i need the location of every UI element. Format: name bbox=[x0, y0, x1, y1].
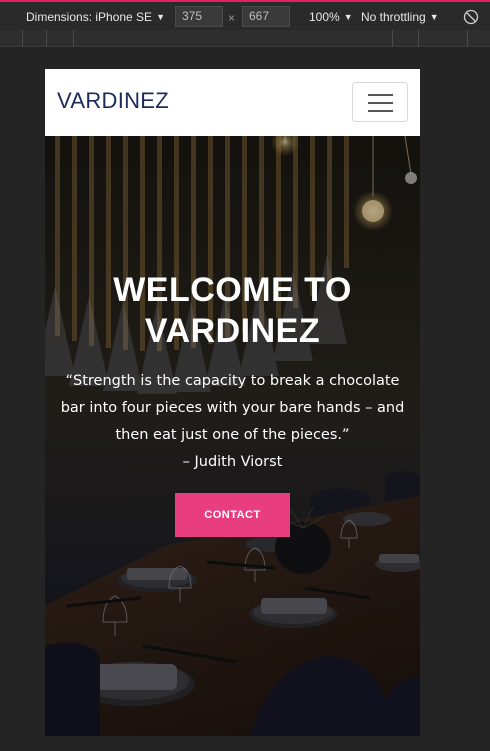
width-input[interactable]: 375 bbox=[175, 6, 223, 27]
ruler-tick bbox=[73, 30, 74, 47]
height-input[interactable]: 667 bbox=[242, 6, 290, 27]
rotate-icon[interactable] bbox=[463, 9, 479, 25]
throttling-select[interactable]: No throttling ▼ bbox=[361, 9, 439, 25]
ruler-tick bbox=[46, 30, 47, 47]
media-query-bar bbox=[0, 30, 490, 47]
ruler-tick bbox=[418, 30, 419, 47]
hero-section: WELCOME TO VARDINEZ “Strength is the cap… bbox=[45, 136, 420, 736]
ruler-tick bbox=[22, 30, 23, 47]
zoom-select[interactable]: 100% ▼ bbox=[309, 9, 353, 25]
hamburger-icon bbox=[368, 94, 393, 96]
brand-logo[interactable]: VARDINEZ bbox=[57, 88, 169, 114]
dimensions-select[interactable]: Dimensions: iPhone SE ▼ bbox=[26, 9, 165, 25]
hero-quote: “Strength is the capacity to break a cho… bbox=[60, 373, 405, 443]
hamburger-icon bbox=[368, 102, 393, 104]
hero-title-line-1: WELCOME TO bbox=[113, 271, 352, 309]
times-separator: × bbox=[228, 11, 236, 25]
ruler-tick bbox=[467, 30, 468, 47]
hero-quote-author: – Judith Viorst bbox=[182, 454, 283, 470]
caret-down-icon: ▼ bbox=[429, 12, 439, 22]
throttle-label: No throttling bbox=[361, 10, 426, 24]
hamburger-icon bbox=[368, 110, 393, 112]
ruler-tick bbox=[392, 30, 393, 47]
zoom-label: 100% bbox=[309, 10, 340, 24]
device-toolbar: Dimensions: iPhone SE ▼ 375 × 667 100% ▼ N… bbox=[0, 0, 490, 30]
caret-down-icon: ▼ bbox=[343, 12, 353, 22]
menu-toggle-button[interactable] bbox=[352, 82, 408, 122]
caret-down-icon: ▼ bbox=[156, 12, 165, 22]
dimensions-label: Dimensions: iPhone SE bbox=[26, 10, 153, 24]
hero-title: WELCOME TO VARDINEZ bbox=[45, 270, 420, 352]
contact-button[interactable]: CONTACT bbox=[175, 493, 290, 537]
hero-title-line-2: VARDINEZ bbox=[144, 312, 321, 350]
navbar: VARDINEZ bbox=[45, 69, 420, 136]
device-viewport: VARDINEZ WELCOME TO VARDINEZ “Strength i… bbox=[45, 69, 420, 736]
